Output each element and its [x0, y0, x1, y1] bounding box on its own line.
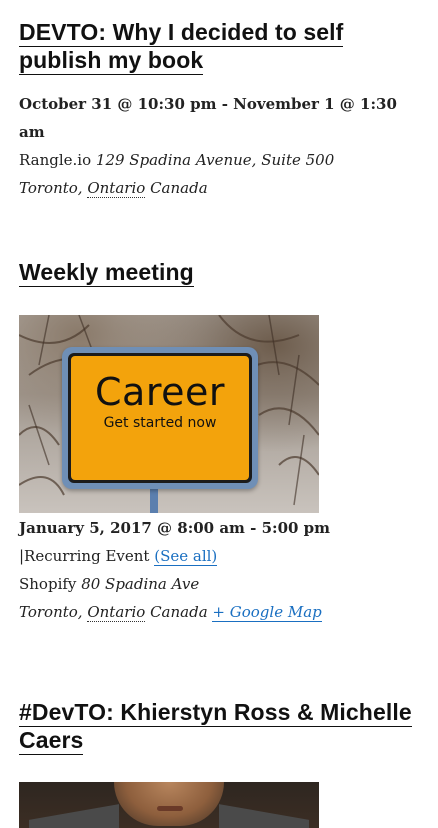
venue-city: Toronto: [19, 603, 78, 621]
event-title: Weekly meeting: [19, 258, 419, 287]
google-map-link[interactable]: + Google Map: [212, 603, 322, 622]
event-meta: October 31 @ 10:30 pm - November 1 @ 1:3…: [19, 90, 419, 202]
event-title: #DevTO: Khierstyn Ross & Michelle Caers: [19, 698, 419, 755]
event-meta: January 5, 2017 @ 8:00 am - 5:00 pm |Rec…: [19, 514, 419, 626]
venue-address: 80 Spadina Ave: [81, 575, 200, 593]
venue-city: Toronto: [19, 179, 78, 197]
event-dates: October 31 @ 10:30 pm - November 1 @ 1:3…: [19, 95, 397, 141]
venue-region: Ontario: [87, 603, 146, 622]
event-title-link[interactable]: Weekly meeting: [19, 259, 194, 287]
venue-country: Canada: [150, 603, 208, 621]
person-mouth-graphic: [157, 806, 183, 811]
venue-country: Canada: [150, 179, 208, 197]
event-thumbnail-career[interactable]: Career Get started now: [19, 315, 319, 513]
recurring-label: |Recurring Event: [19, 547, 150, 565]
event-title-link[interactable]: #DevTO: Khierstyn Ross & Michelle Caers: [19, 699, 412, 755]
event-recurring: |Recurring Event (See all): [19, 542, 419, 570]
event-title: DEVTO: Why I decided to self publish my …: [19, 18, 419, 75]
venue-locality: Toronto, Ontario Canada: [19, 179, 208, 198]
event-venue: Rangle.io 129 Spadina Avenue, Suite 500: [19, 146, 419, 174]
venue-name: Shopify: [19, 575, 77, 593]
event-venue: Shopify 80 Spadina Ave: [19, 570, 419, 598]
venue-region: Ontario: [87, 179, 146, 198]
person-face-graphic: [114, 782, 224, 826]
see-all-link[interactable]: (See all): [154, 547, 218, 566]
venue-locality: Toronto, Ontario Canada + Google Map: [19, 603, 322, 622]
event-dates: January 5, 2017 @ 8:00 am - 5:00 pm: [19, 519, 331, 537]
sign-text-small: Get started now: [103, 415, 217, 431]
event-thumbnail-person[interactable]: [19, 782, 319, 828]
career-sign: Career Get started now: [62, 347, 258, 489]
sign-text-large: Career: [95, 370, 225, 414]
event-item: DEVTO: Why I decided to self publish my …: [19, 18, 419, 202]
event-title-link[interactable]: DEVTO: Why I decided to self publish my …: [19, 19, 344, 75]
person-shoulder-graphic: [219, 804, 309, 828]
event-item: Weekly meeting: [19, 258, 419, 287]
venue-address: 129 Spadina Avenue, Suite 500: [95, 151, 335, 169]
event-item: #DevTO: Khierstyn Ross & Michelle Caers: [19, 698, 419, 755]
venue-name: Rangle.io: [19, 151, 92, 169]
person-shoulder-graphic: [29, 804, 119, 828]
